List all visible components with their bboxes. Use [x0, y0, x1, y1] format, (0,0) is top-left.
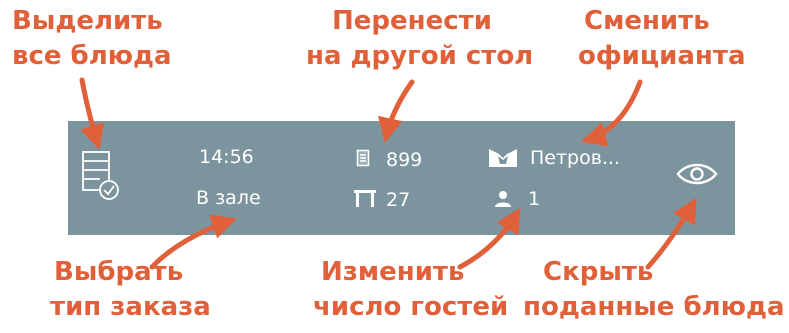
- callout-order-type: Выбрать тип заказа: [50, 255, 211, 325]
- waiter-name[interactable]: Петров...: [530, 146, 620, 170]
- callout-line: тип заказа: [50, 292, 211, 322]
- order-number[interactable]: 899: [386, 148, 422, 172]
- checklist-icon[interactable]: [78, 147, 122, 205]
- eye-icon[interactable]: [676, 161, 718, 191]
- order-time: 14:56: [199, 146, 254, 168]
- receipt-icon[interactable]: [355, 149, 371, 171]
- callout-line: на другой стол: [306, 41, 534, 71]
- person-icon[interactable]: [494, 190, 512, 212]
- callout-line: Скрыть: [543, 257, 654, 287]
- table-icon[interactable]: [354, 190, 376, 212]
- guest-count[interactable]: 1: [528, 187, 540, 211]
- callout-change-waiter: Сменить официанта: [578, 4, 746, 74]
- callout-hide-served: Скрыть поданные блюда: [523, 255, 785, 325]
- callout-guests: Изменить число гостей: [313, 255, 508, 325]
- table-number[interactable]: 27: [386, 188, 410, 212]
- order-toolbar: 14:56 В зале 899 27 Петров... 1: [68, 121, 735, 235]
- callout-line: все блюда: [12, 41, 172, 71]
- callout-line: Сменить: [584, 6, 710, 36]
- callout-line: Изменить: [321, 257, 465, 287]
- callout-line: официанта: [578, 41, 746, 71]
- callout-move-table: Перенести на другой стол: [306, 4, 533, 74]
- callout-line: Выделить: [12, 6, 163, 36]
- callout-select-all: Выделить все блюда: [12, 4, 172, 74]
- callout-line: Перенести: [332, 6, 492, 36]
- order-type[interactable]: В зале: [196, 186, 261, 210]
- callout-line: поданные блюда: [523, 292, 785, 322]
- callout-line: Выбрать: [54, 257, 184, 287]
- waiter-icon[interactable]: [489, 149, 517, 171]
- callout-line: число гостей: [313, 292, 509, 322]
